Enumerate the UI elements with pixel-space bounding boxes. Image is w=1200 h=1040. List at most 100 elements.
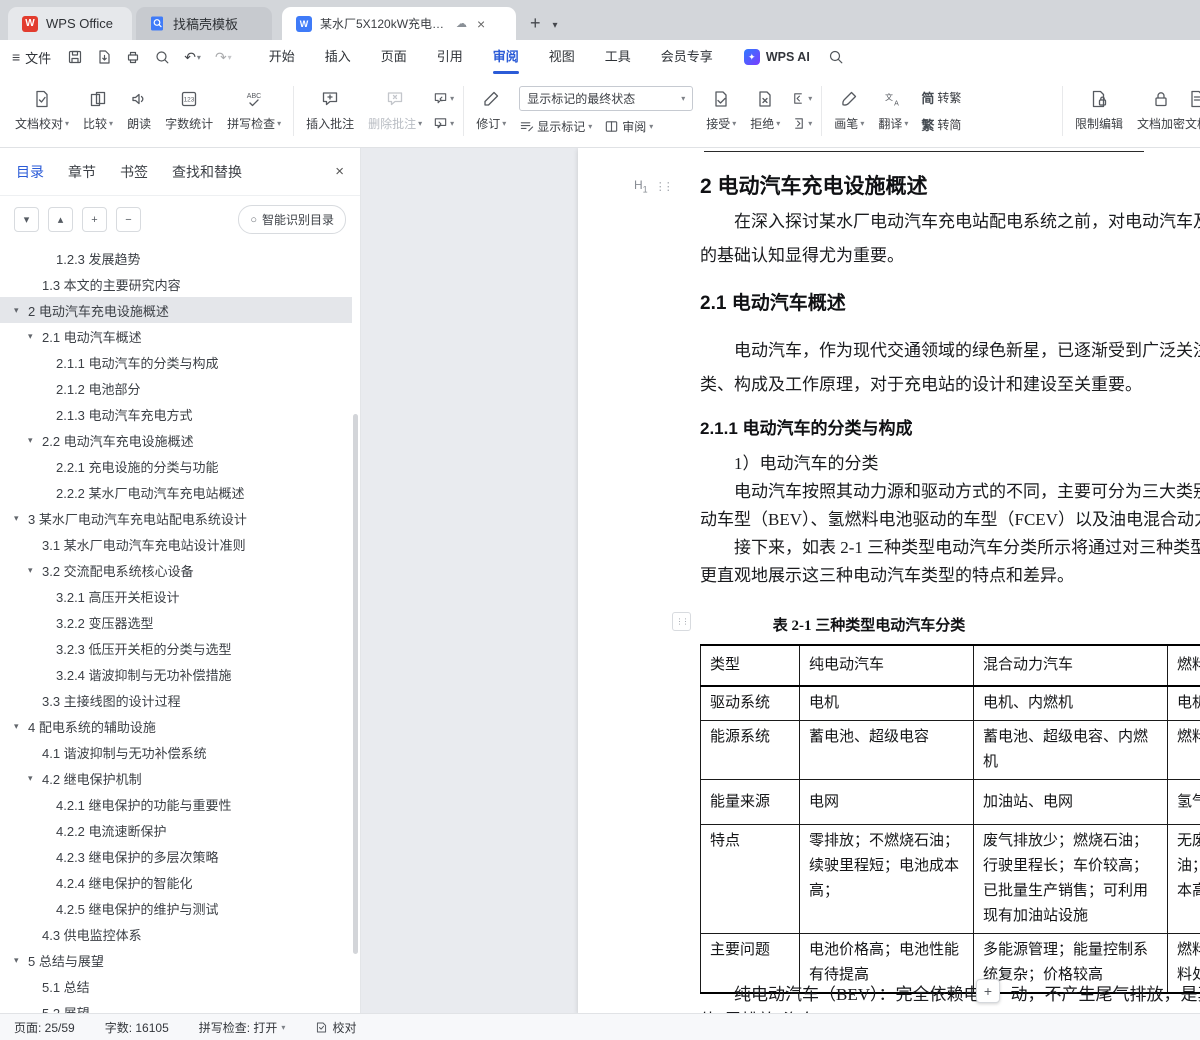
toc-item[interactable]: 3.1 某水厂电动汽车充电站设计准则 bbox=[0, 531, 352, 557]
toc-item[interactable]: ▾ 2.1 电动汽车概述 bbox=[0, 323, 352, 349]
to-simplified-button[interactable]: 繁 转简 bbox=[921, 115, 961, 134]
undo-button[interactable]: ↶ ▾ bbox=[184, 49, 201, 66]
export-pdf-icon[interactable] bbox=[96, 49, 112, 65]
toc-expand-icon[interactable]: ▾ bbox=[14, 305, 28, 316]
toc-item[interactable]: 4.2.1 继电保护的功能与重要性 bbox=[0, 791, 352, 817]
toc-item[interactable]: 2.1.3 电动汽车充电方式 bbox=[0, 401, 352, 427]
to-traditional-button[interactable]: 简 转繁 bbox=[921, 88, 961, 107]
compare-button[interactable]: 比较 ▾ bbox=[76, 80, 120, 142]
spell-check-button[interactable]: ABC 拼写检查 ▾ bbox=[220, 80, 288, 142]
ink-pen-button[interactable]: 画笔 ▾ bbox=[827, 80, 871, 142]
toc-item[interactable]: 5.2 展望 bbox=[0, 999, 352, 1015]
quick-insert-button[interactable]: + bbox=[976, 979, 1000, 1003]
track-changes-button[interactable]: 修订 ▾ bbox=[469, 80, 513, 142]
menu-item[interactable]: 视图 bbox=[534, 40, 590, 74]
print-icon[interactable] bbox=[125, 49, 141, 65]
toc-expand-icon[interactable]: ▾ bbox=[28, 435, 42, 446]
toc-item[interactable]: 2.2.2 某水厂电动汽车充电站概述 bbox=[0, 479, 352, 505]
menu-item[interactable]: 审阅 bbox=[478, 40, 534, 74]
close-pane-icon[interactable]: × bbox=[335, 163, 344, 180]
file-menu-button[interactable]: ≡ 文件 bbox=[12, 48, 51, 67]
new-tab-button[interactable]: + bbox=[530, 13, 541, 34]
toc-item[interactable]: ▾ 2 电动汽车充电设施概述 bbox=[0, 297, 352, 323]
expand-all-button[interactable]: ▴ bbox=[48, 207, 73, 232]
collapse-level-button[interactable]: − bbox=[116, 207, 141, 232]
menu-item[interactable]: 工具 bbox=[590, 40, 646, 74]
previous-revision-button[interactable]: ▾ bbox=[791, 91, 812, 106]
toc-item[interactable]: 3.2.2 变压器选型 bbox=[0, 609, 352, 635]
word-count-indicator[interactable]: 字数: 16105 bbox=[105, 1019, 169, 1036]
toc-item[interactable]: 4.3 供电监控体系 bbox=[0, 921, 352, 947]
document-tab[interactable]: W 某水厂5X120kW充电站设计 ☁ × bbox=[282, 7, 516, 40]
save-icon[interactable] bbox=[67, 49, 83, 65]
next-comment-button[interactable]: ▾ bbox=[433, 116, 454, 131]
proofing-button[interactable]: 校对 bbox=[315, 1019, 356, 1036]
search-icon[interactable] bbox=[828, 49, 844, 65]
toc-item[interactable]: ▾ 4 配电系统的辅助设施 bbox=[0, 713, 352, 739]
drag-handle-icon[interactable]: ⋮⋮ bbox=[655, 180, 674, 193]
toc-expand-icon[interactable]: ▾ bbox=[28, 331, 42, 342]
tab-chapter[interactable]: 章节 bbox=[68, 162, 96, 182]
reject-change-button[interactable]: 拒绝 ▾ bbox=[743, 80, 787, 142]
close-tab-icon[interactable]: × bbox=[477, 16, 485, 32]
toc-item[interactable]: 2.2.1 充电设施的分类与功能 bbox=[0, 453, 352, 479]
toc-item[interactable]: ▾ 4.2 继电保护机制 bbox=[0, 765, 352, 791]
toc-item[interactable]: ▾ 3.2 交流配电系统核心设备 bbox=[0, 557, 352, 583]
show-markup-button[interactable]: 显示标记 ▾ bbox=[519, 118, 592, 135]
toc-item[interactable]: 4.2.5 继电保护的维护与测试 bbox=[0, 895, 352, 921]
sidebar-scrollbar[interactable] bbox=[353, 414, 358, 954]
next-revision-button[interactable]: ▾ bbox=[791, 116, 812, 131]
menu-item[interactable]: 会员专享 bbox=[646, 40, 728, 74]
toc-item[interactable]: 4.2.4 继电保护的智能化 bbox=[0, 869, 352, 895]
wps-home-tab[interactable]: W WPS Office bbox=[8, 7, 132, 40]
expand-level-button[interactable]: + bbox=[82, 207, 107, 232]
document-page[interactable]: H1 ⋮⋮ 2 电动汽车充电设施概述 在深入探讨某水厂电动汽车充电站配电系统之前… bbox=[578, 148, 1200, 1014]
smart-toc-button[interactable]: ○ 智能识别目录 bbox=[238, 205, 346, 234]
insert-comment-button[interactable]: 插入批注 bbox=[299, 80, 361, 142]
translate-button[interactable]: 文A 翻译 ▾ bbox=[871, 80, 915, 142]
toc-expand-icon[interactable]: ▾ bbox=[14, 955, 28, 966]
menu-item[interactable]: 开始 bbox=[254, 40, 310, 74]
toc-item[interactable]: 1.2.3 发展趋势 bbox=[0, 245, 352, 271]
template-tab[interactable]: 找稿壳模板 bbox=[136, 7, 272, 40]
tab-find-replace[interactable]: 查找和替换 bbox=[172, 162, 242, 182]
wps-ai-button[interactable]: ✦ WPS AI bbox=[743, 49, 810, 65]
toc-expand-icon[interactable]: ▾ bbox=[28, 565, 42, 576]
menu-item[interactable]: 引用 bbox=[422, 40, 478, 74]
spellcheck-status[interactable]: 拼写检查: 打开 ▾ bbox=[199, 1019, 286, 1036]
toc-item[interactable]: ▾ 5 总结与展望 bbox=[0, 947, 352, 973]
toc-item[interactable]: ▾ 2.2 电动汽车充电设施概述 bbox=[0, 427, 352, 453]
page-indicator[interactable]: 页面: 25/59 bbox=[14, 1019, 75, 1036]
toc-item[interactable]: 4.2.2 电流速断保护 bbox=[0, 817, 352, 843]
menu-item[interactable]: 页面 bbox=[366, 40, 422, 74]
toc-item[interactable]: 3.2.1 高压开关柜设计 bbox=[0, 583, 352, 609]
toc-item[interactable]: 3.2.4 谐波抑制与无功补偿措施 bbox=[0, 661, 352, 687]
tab-toc[interactable]: 目录 bbox=[16, 162, 44, 182]
doc-proofing-button[interactable]: 文档校对 ▾ bbox=[8, 80, 76, 142]
menu-item[interactable]: 插入 bbox=[310, 40, 366, 74]
previous-comment-button[interactable]: ▾ bbox=[433, 91, 454, 106]
review-pane-button[interactable]: 审阅 ▾ bbox=[604, 118, 653, 135]
toc-expand-icon[interactable]: ▾ bbox=[14, 513, 28, 524]
doc-permission-button[interactable]: 文档 bbox=[1178, 79, 1200, 141]
toc-item[interactable]: 2.1.1 电动汽车的分类与构成 bbox=[0, 349, 352, 375]
toc-expand-icon[interactable]: ▾ bbox=[28, 773, 42, 784]
tab-list-dropdown-icon[interactable]: ▾ bbox=[553, 20, 558, 31]
toc-item[interactable]: 1.3 本文的主要研究内容 bbox=[0, 271, 352, 297]
toc-item[interactable]: 3.3 主接线图的设计过程 bbox=[0, 687, 352, 713]
read-aloud-button[interactable]: 朗读 bbox=[120, 80, 158, 142]
restrict-editing-button[interactable]: 限制编辑 bbox=[1068, 80, 1130, 142]
toc-expand-icon[interactable]: ▾ bbox=[14, 721, 28, 732]
toc-item[interactable]: 4.2.3 继电保护的多层次策略 bbox=[0, 843, 352, 869]
toc-item[interactable]: 5.1 总结 bbox=[0, 973, 352, 999]
toc-item[interactable]: 2.1.2 电池部分 bbox=[0, 375, 352, 401]
accept-change-button[interactable]: 接受 ▾ bbox=[699, 80, 743, 142]
toc-item[interactable]: 3.2.3 低压开关柜的分类与选型 bbox=[0, 635, 352, 661]
toc-item[interactable]: ▾ 3 某水厂电动汽车充电站配电系统设计 bbox=[0, 505, 352, 531]
table-handle-icon[interactable]: ⋮⋮ bbox=[672, 612, 691, 631]
tab-bookmark[interactable]: 书签 bbox=[120, 162, 148, 182]
toc-item[interactable]: 4.1 谐波抑制与无功补偿系统 bbox=[0, 739, 352, 765]
collapse-all-button[interactable]: ▾ bbox=[14, 207, 39, 232]
print-preview-icon[interactable] bbox=[154, 49, 170, 65]
markup-state-select[interactable]: 显示标记的最终状态 ▾ bbox=[519, 86, 694, 111]
